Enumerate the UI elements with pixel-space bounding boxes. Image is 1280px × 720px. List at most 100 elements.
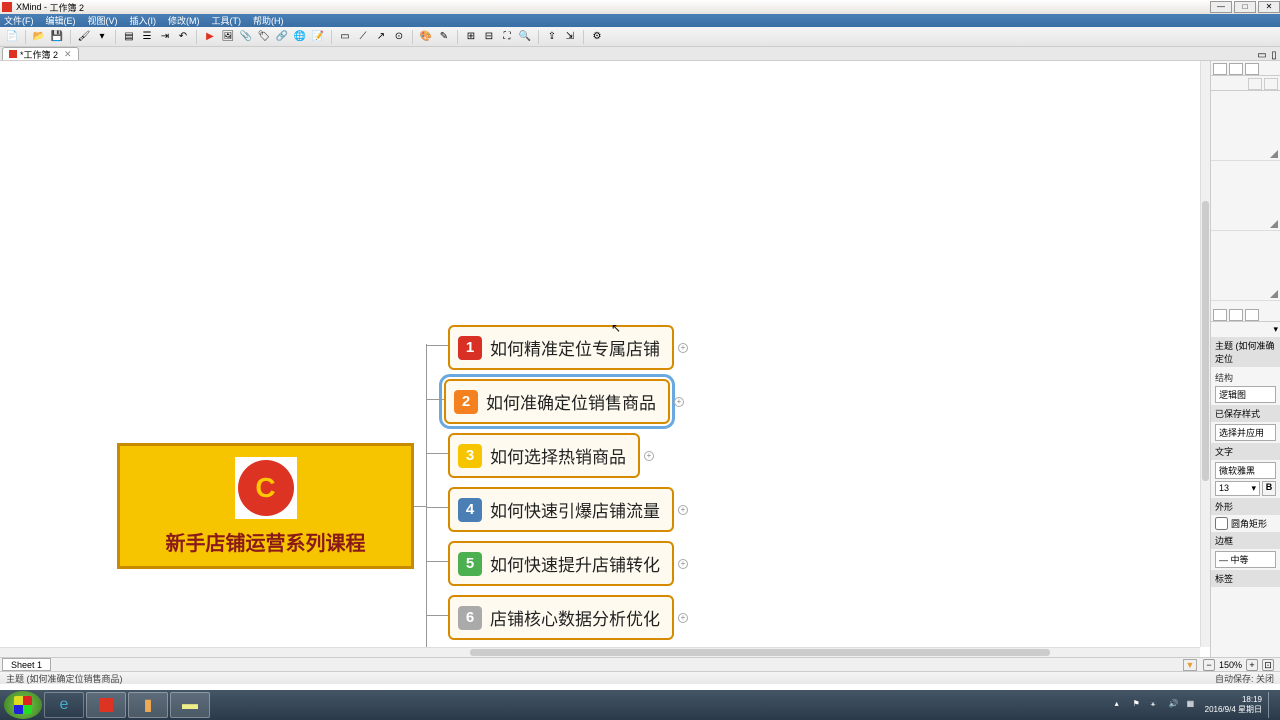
- format-tab-2[interactable]: [1229, 309, 1243, 321]
- expand-button[interactable]: +: [644, 451, 654, 461]
- menu-modify[interactable]: 修改(M): [168, 14, 200, 27]
- tray-up-icon[interactable]: ▴: [1115, 699, 1127, 711]
- resize-corner-icon[interactable]: [1270, 150, 1278, 158]
- zoom-fit-button[interactable]: ⊡: [1262, 659, 1274, 671]
- subtopic-4[interactable]: 4如何快速引爆店铺流量+: [448, 487, 674, 532]
- mindmap-canvas[interactable]: C 新手店铺运营系列课程 1如何精准定位专属店铺+ 2如何准确定位销售商品+ 3如何…: [0, 61, 1210, 657]
- zoom-button[interactable]: 🔍: [517, 29, 533, 45]
- menu-help[interactable]: 帮助(H): [253, 14, 284, 27]
- saved-styles-dropdown[interactable]: 选择并应用: [1215, 424, 1276, 441]
- drillup-button[interactable]: ⊟: [481, 29, 497, 45]
- expand-button[interactable]: +: [678, 505, 688, 515]
- zoom-in-button[interactable]: +: [1246, 659, 1258, 671]
- export-button[interactable]: ⇲: [562, 29, 578, 45]
- structure-dropdown[interactable]: 逻辑图: [1215, 386, 1276, 403]
- note-button[interactable]: 📝: [310, 29, 326, 45]
- maximize-button[interactable]: □: [1234, 1, 1256, 13]
- menu-tools[interactable]: 工具(T): [212, 14, 242, 27]
- panel-menu-icon[interactable]: ▾: [1273, 324, 1278, 334]
- expand-button[interactable]: +: [678, 343, 688, 353]
- resize-corner-icon[interactable]: [1270, 220, 1278, 228]
- start-button[interactable]: [4, 691, 42, 719]
- zoom-out-button[interactable]: −: [1203, 659, 1215, 671]
- resize-corner-icon[interactable]: [1270, 290, 1278, 298]
- panel-tab-3[interactable]: [1245, 63, 1259, 75]
- save-button[interactable]: 💾: [49, 29, 65, 45]
- tag-button[interactable]: 🏷: [256, 29, 272, 45]
- relationship-button[interactable]: ↗: [373, 29, 389, 45]
- menu-insert[interactable]: 插入(I): [130, 14, 157, 27]
- vertical-scrollbar[interactable]: [1200, 61, 1210, 647]
- menu-edit[interactable]: 编辑(E): [46, 14, 76, 27]
- link-button[interactable]: 🔗: [274, 29, 290, 45]
- attach-button[interactable]: 📎: [238, 29, 254, 45]
- show-desktop-button[interactable]: [1268, 692, 1274, 718]
- list-button[interactable]: ☰: [139, 29, 155, 45]
- shape-checkbox[interactable]: [1215, 517, 1228, 530]
- settings-button[interactable]: ⚙: [589, 29, 605, 45]
- panel-icon-2[interactable]: [1264, 78, 1278, 90]
- fit-button[interactable]: ⛶: [499, 29, 515, 45]
- border-dropdown[interactable]: — 中等: [1215, 551, 1276, 568]
- subtopic-6[interactable]: 6店铺核心数据分析优化+: [448, 595, 674, 640]
- style-button[interactable]: ✎: [436, 29, 452, 45]
- horizontal-scrollbar[interactable]: [0, 647, 1200, 657]
- tray-volume-icon[interactable]: 🔊: [1169, 699, 1181, 711]
- panel-toggle-2[interactable]: ▯: [1268, 50, 1280, 60]
- sheet-tab-1[interactable]: Sheet 1: [2, 658, 51, 671]
- outline-button[interactable]: ▤: [121, 29, 137, 45]
- share-button[interactable]: ⇪: [544, 29, 560, 45]
- subtopic-3[interactable]: 3如何选择热销商品+: [448, 433, 640, 478]
- expand-button[interactable]: +: [674, 397, 684, 407]
- subtopic-1[interactable]: 1如何精准定位专属店铺+: [448, 325, 674, 370]
- open-button[interactable]: 📂: [31, 29, 47, 45]
- clock[interactable]: 18:19 2016/9/4 星期日: [1205, 695, 1262, 715]
- panel-tab-2[interactable]: [1229, 63, 1243, 75]
- menu-file[interactable]: 文件(F): [4, 14, 34, 27]
- image-button[interactable]: 🖼: [220, 29, 236, 45]
- brush-button[interactable]: 🖌: [76, 29, 92, 45]
- panel-toggle-1[interactable]: ▭: [1256, 50, 1268, 60]
- taskbar-ie[interactable]: e: [44, 692, 84, 718]
- theme-button[interactable]: 🎨: [418, 29, 434, 45]
- summary-button[interactable]: ⟋: [355, 29, 371, 45]
- vscroll-thumb[interactable]: [1202, 201, 1209, 481]
- format-tab-3[interactable]: [1245, 309, 1259, 321]
- menu-view[interactable]: 视图(V): [88, 14, 118, 27]
- expand-button[interactable]: +: [678, 559, 688, 569]
- tray-ime-icon[interactable]: ▦: [1187, 699, 1199, 711]
- shape-checkbox-row[interactable]: 圆角矩形: [1215, 517, 1276, 530]
- close-button[interactable]: ✕: [1258, 1, 1280, 13]
- boundary-button[interactable]: ▭: [337, 29, 353, 45]
- new-button[interactable]: 📄: [4, 29, 20, 45]
- editor-tab-workbook2[interactable]: *工作簿 2 ✕: [2, 47, 79, 60]
- panel-icon-1[interactable]: [1248, 78, 1262, 90]
- hscroll-thumb[interactable]: [470, 649, 1050, 656]
- minimize-button[interactable]: —: [1210, 1, 1232, 13]
- font-size-dropdown[interactable]: 13▾: [1215, 481, 1260, 496]
- font-dropdown[interactable]: 微软雅黑: [1215, 462, 1276, 479]
- taskbar-xmind[interactable]: [86, 692, 126, 718]
- expand-button[interactable]: +: [678, 613, 688, 623]
- panel-tab-1[interactable]: [1213, 63, 1227, 75]
- bold-button[interactable]: B: [1262, 481, 1276, 496]
- taskbar-app1[interactable]: ▮: [128, 692, 168, 718]
- marker-button[interactable]: ⊙: [391, 29, 407, 45]
- filter-button[interactable]: ▼: [1183, 659, 1197, 671]
- text-label: 文字: [1211, 443, 1280, 460]
- undo-button[interactable]: ↶: [175, 29, 191, 45]
- play-button[interactable]: ▶: [202, 29, 218, 45]
- tray-flag-icon[interactable]: ⚑: [1133, 699, 1145, 711]
- tags-label: 标签: [1211, 570, 1280, 587]
- subtopic-5[interactable]: 5如何快速提升店铺转化+: [448, 541, 674, 586]
- tab-close-icon[interactable]: ✕: [64, 49, 72, 60]
- format-tab-1[interactable]: [1213, 309, 1227, 321]
- taskbar-app2[interactable]: ▬: [170, 692, 210, 718]
- tray-network-icon[interactable]: ⚹: [1151, 699, 1163, 711]
- dropdown-button[interactable]: ▾: [94, 29, 110, 45]
- root-topic[interactable]: C 新手店铺运营系列课程: [117, 443, 414, 569]
- indent-button[interactable]: ⇥: [157, 29, 173, 45]
- subtopic-2[interactable]: 2如何准确定位销售商品+: [444, 379, 670, 424]
- web-button[interactable]: 🌐: [292, 29, 308, 45]
- drill-button[interactable]: ⊞: [463, 29, 479, 45]
